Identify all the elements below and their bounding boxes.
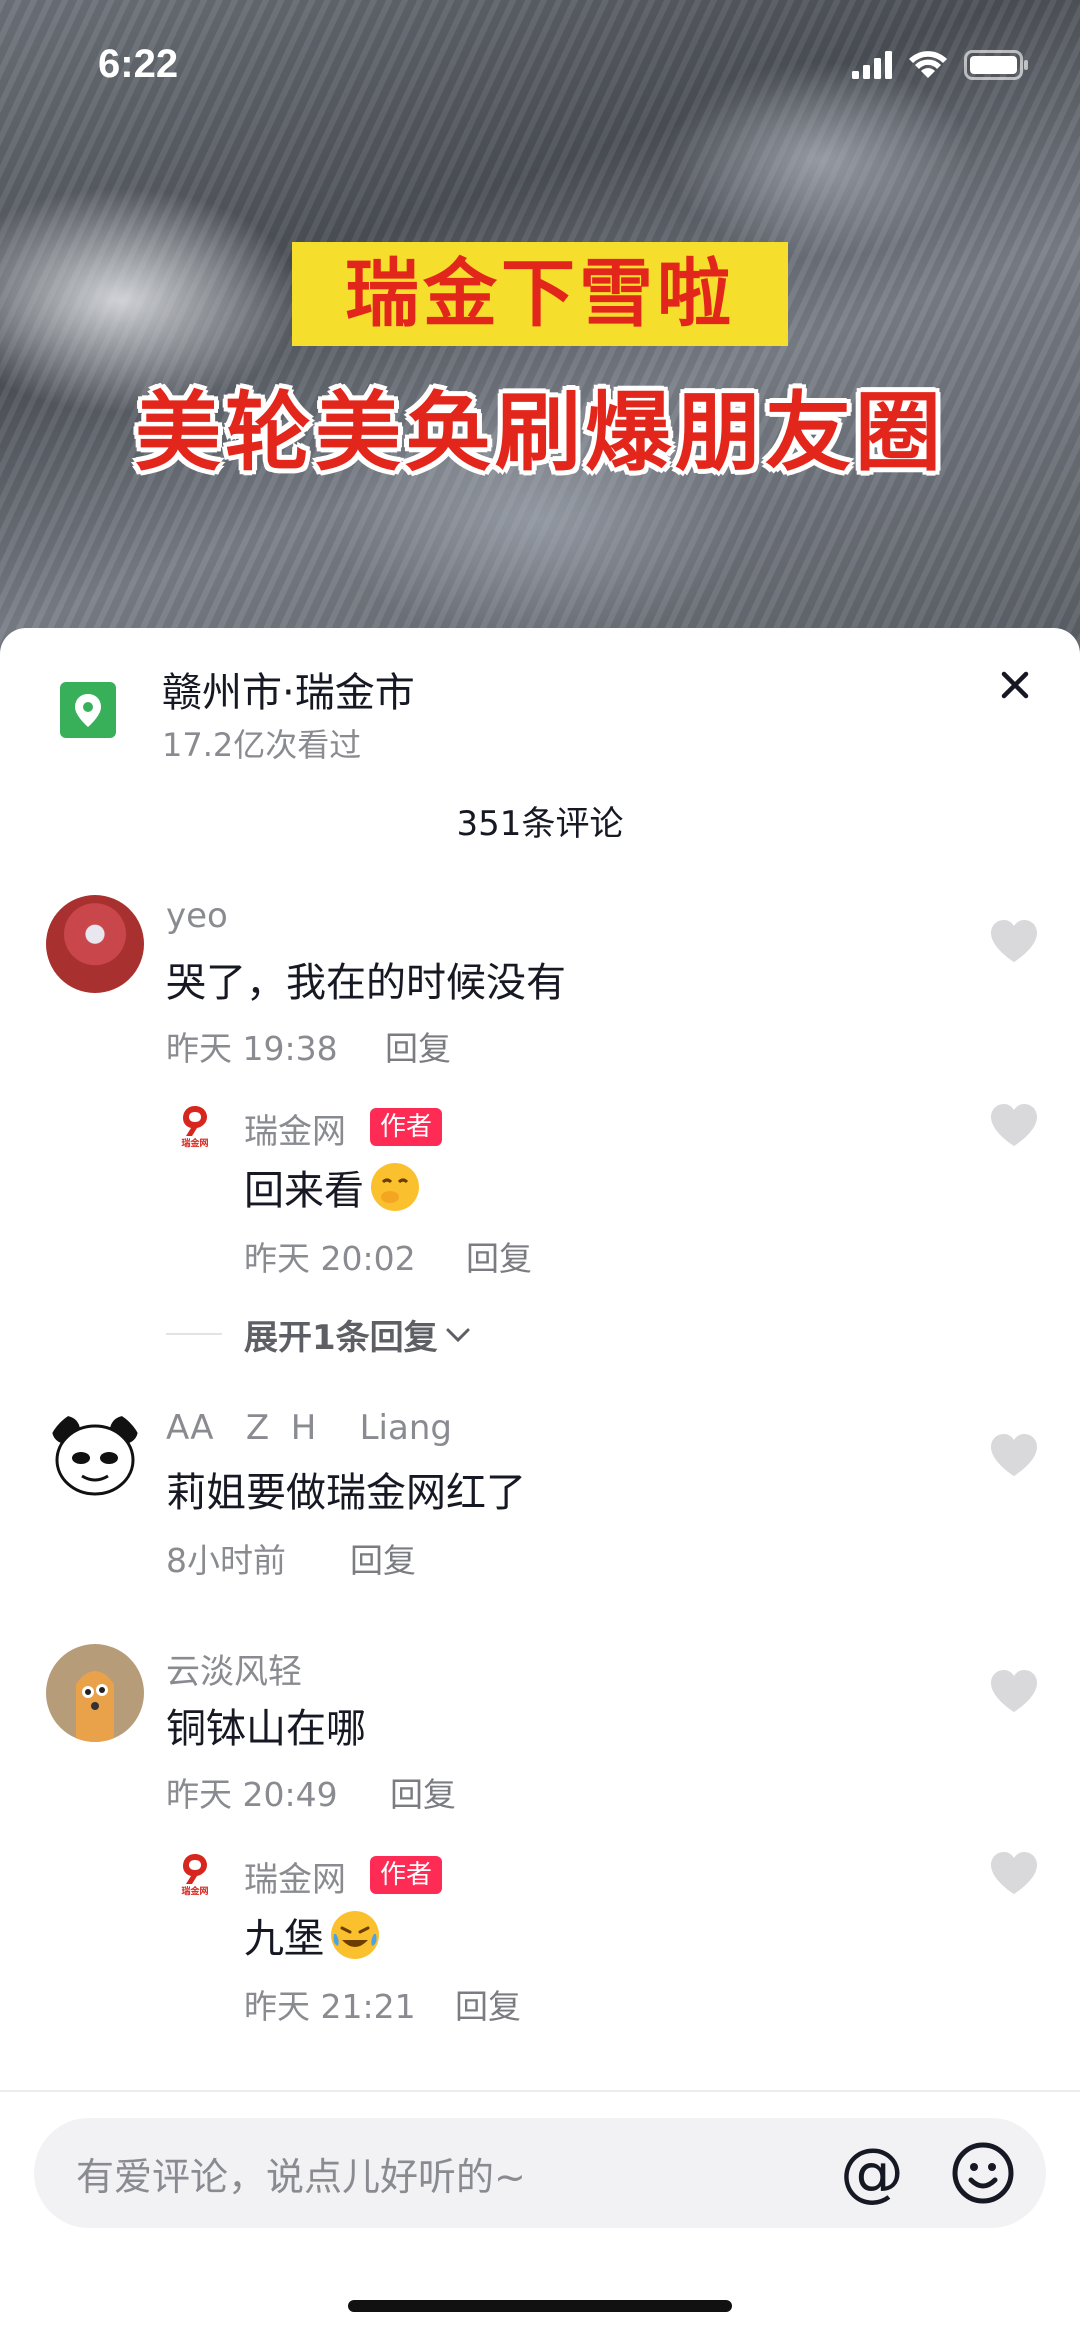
author-badge: 作者 [370, 1856, 443, 1894]
comment-username[interactable]: 瑞金网 [244, 1852, 346, 1901]
reply-button[interactable]: 回复 [466, 1232, 532, 1280]
reply-button[interactable]: 回复 [455, 1980, 521, 2028]
like-heart-icon[interactable] [988, 1668, 1040, 1714]
reply-button[interactable]: 回复 [385, 1022, 451, 1070]
location-pin-icon[interactable] [60, 682, 116, 738]
close-icon [1001, 671, 1029, 699]
emoji-button[interactable] [950, 2140, 1016, 2206]
comment-time: 昨天 20:02 [244, 1239, 416, 1278]
comment-text-content: 九堡 [244, 1916, 324, 1962]
comment-username[interactable]: 云淡风轻 [166, 1644, 302, 1693]
comment-count: 351条评论 [456, 804, 624, 844]
video-caption-title: 瑞金下雪啦 [292, 242, 788, 346]
divider [166, 1333, 222, 1335]
reply-button[interactable]: 回复 [350, 1534, 416, 1582]
reply-button[interactable]: 回复 [390, 1768, 456, 1816]
expand-replies-label: 展开1条回复 [244, 1318, 438, 1358]
comment-username[interactable]: AA Z H Liang [166, 1408, 452, 1448]
location-title[interactable]: 赣州市·瑞金市 [162, 660, 415, 718]
hehe-emoji-icon [371, 1163, 419, 1211]
comment-input-placeholder[interactable]: 有爱评论，说点儿好听的~ [76, 2146, 526, 2201]
comment-time: 昨天 19:38 [166, 1029, 338, 1068]
expand-replies-button[interactable]: 展开1条回复 [244, 1310, 472, 1359]
close-button[interactable] [990, 660, 1040, 710]
comment-text[interactable]: 铜钵山在哪 [166, 1696, 366, 1754]
avatar-logo-text: 瑞金网 [181, 1885, 208, 1896]
comment-text[interactable]: 九堡 [244, 1906, 382, 1964]
comment-username[interactable]: yeo [166, 896, 228, 936]
avatar[interactable]: 瑞金网 [172, 1102, 218, 1149]
comment-text[interactable]: 哭了，我在的时候没有 [166, 950, 566, 1008]
laugh-cry-emoji-icon [331, 1911, 379, 1959]
video-caption-subtitle: 美轮美奂刷爆朋友圈 [135, 383, 945, 483]
comment-text-content: 回来看 [244, 1168, 364, 1214]
battery-icon [964, 50, 1028, 80]
home-indicator[interactable] [348, 2300, 732, 2312]
avatar-logo-text: 瑞金网 [181, 1137, 208, 1148]
avatar[interactable]: 瑞金网 [172, 1850, 218, 1897]
comment-time: 昨天 20:49 [166, 1775, 338, 1814]
comment-username[interactable]: 瑞金网 [244, 1104, 346, 1153]
status-time: 6:22 [98, 42, 179, 86]
status-icons [852, 50, 1030, 80]
wifi-icon [909, 51, 947, 78]
comment-text[interactable]: 莉姐要做瑞金网红了 [166, 1460, 526, 1518]
avatar[interactable] [46, 1644, 144, 1742]
like-heart-icon[interactable] [988, 1850, 1040, 1896]
avatar[interactable] [46, 1408, 144, 1506]
comment-sheet [0, 628, 1080, 2337]
comment-time: 8小时前 [166, 1541, 286, 1580]
mention-button[interactable]: @ [840, 2138, 904, 2208]
avatar[interactable] [46, 895, 144, 993]
chevron-down-icon [446, 1328, 470, 1342]
location-views: 17.2亿次看过 [162, 726, 362, 764]
comment-text[interactable]: 回来看 [244, 1158, 422, 1216]
signal-icon [852, 51, 892, 79]
like-heart-icon[interactable] [988, 1102, 1040, 1148]
author-badge: 作者 [370, 1108, 443, 1146]
like-heart-icon[interactable] [988, 1432, 1040, 1478]
comment-time: 昨天 21:21 [244, 1987, 416, 2026]
smiley-icon [952, 2142, 1014, 2204]
status-bar: 6:22 [0, 0, 1080, 130]
like-heart-icon[interactable] [988, 918, 1040, 964]
